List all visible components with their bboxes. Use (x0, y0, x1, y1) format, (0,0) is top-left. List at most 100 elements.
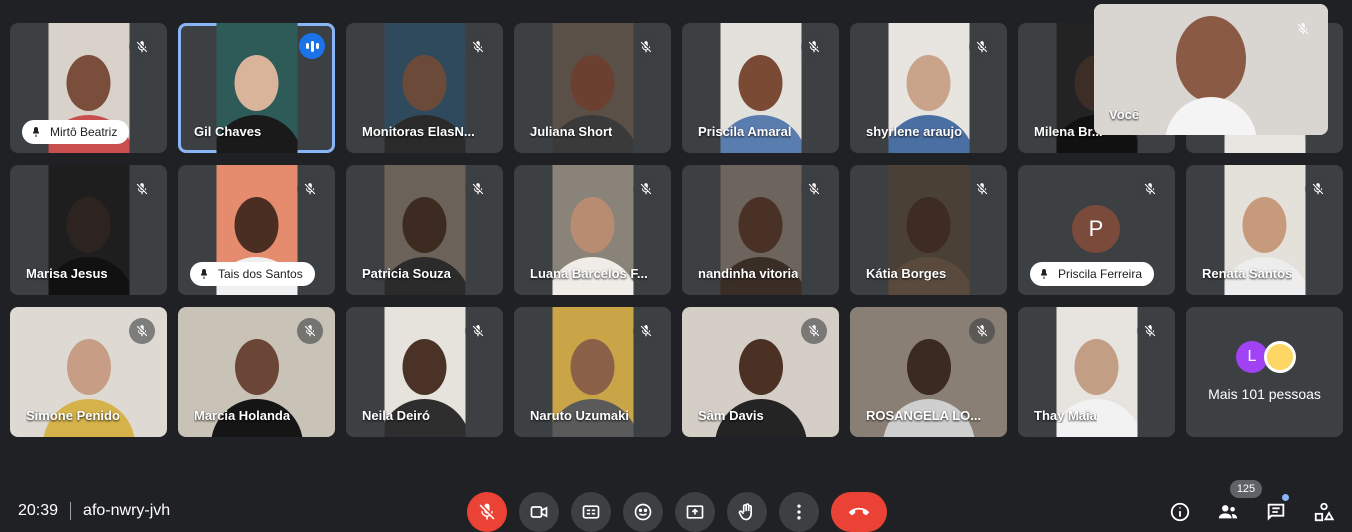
participant-tile[interactable]: ROSANGELA LO... (850, 307, 1007, 437)
bottom-bar: 20:39 afo-nwry-jvh 125 (0, 478, 1352, 532)
reactions-button[interactable] (623, 492, 663, 532)
participant-tile[interactable]: Luana Barcelos F... (514, 165, 671, 295)
speaking-indicator-icon (299, 33, 325, 59)
participant-tile[interactable]: P Priscila Ferreira (1018, 165, 1175, 295)
mic-toggle-button[interactable] (467, 492, 507, 532)
chat-notification-dot (1282, 494, 1289, 501)
participant-tile[interactable]: nandinha vitoria (682, 165, 839, 295)
camera-icon (530, 506, 548, 518)
participant-tile[interactable]: shyrlene araujo (850, 23, 1007, 153)
participant-face (402, 197, 447, 253)
participant-face (570, 339, 615, 395)
participant-face (234, 197, 279, 253)
mic-off-icon (801, 318, 827, 344)
participant-tile[interactable]: Thay Maia (1018, 307, 1175, 437)
participant-tile[interactable]: Marcia Holanda (178, 307, 335, 437)
participant-face (66, 339, 111, 395)
captions-icon (582, 505, 600, 519)
participant-face (402, 339, 447, 395)
mic-off-icon (129, 34, 155, 60)
participant-face (402, 55, 447, 111)
mic-off-icon (465, 176, 491, 202)
avatar (1264, 341, 1296, 373)
participant-name: Tais dos Santos (218, 267, 303, 281)
participant-tile[interactable]: Priscila Amaral (682, 23, 839, 153)
pin-icon (30, 126, 42, 138)
present-icon (686, 505, 704, 519)
mic-off-icon (801, 176, 827, 202)
info-icon (1170, 502, 1190, 522)
participant-name: Luana Barcelos F... (530, 266, 648, 281)
participant-face (738, 55, 783, 111)
camera-toggle-button[interactable] (519, 492, 559, 532)
people-button[interactable] (1216, 500, 1240, 524)
chat-button[interactable] (1264, 500, 1288, 524)
mic-off-icon (297, 176, 323, 202)
mic-off-icon (633, 34, 659, 60)
participant-tile[interactable]: Marisa Jesus (10, 165, 167, 295)
participant-name: Kátia Borges (866, 266, 947, 281)
participant-face (570, 197, 615, 253)
participant-tile[interactable]: Patricia Souza (346, 165, 503, 295)
participant-name: Renata Santos (1202, 266, 1293, 281)
participant-face (738, 197, 783, 253)
participant-name: Sâm Davis (698, 408, 764, 423)
participant-name: Patricia Souza (362, 266, 451, 281)
mic-off-icon (633, 318, 659, 344)
participant-name: Marcia Holanda (194, 408, 291, 423)
participant-name: Priscila Amaral (698, 124, 792, 139)
mic-off-icon (129, 318, 155, 344)
mic-off-icon (969, 318, 995, 344)
participant-name: ROSANGELA LO... (866, 408, 982, 423)
participant-name: Mirtô Beatriz (50, 125, 118, 139)
participant-name: Priscila Ferreira (1058, 267, 1143, 281)
captions-button[interactable] (571, 492, 611, 532)
participant-name: Thay Maia (1034, 408, 1097, 423)
participant-name-pill: Mirtô Beatriz (22, 120, 130, 144)
more-participants-tile[interactable]: L Mais 101 pessoas (1186, 307, 1343, 437)
participant-name: Simone Penido (26, 408, 120, 423)
people-icon (1218, 505, 1238, 519)
mic-off-icon (1137, 176, 1163, 202)
participant-face (234, 55, 279, 111)
self-mic-off-icon (1290, 16, 1316, 42)
participant-face (738, 339, 783, 395)
present-button[interactable] (675, 492, 715, 532)
end-call-icon (849, 507, 869, 516)
emoji-icon (634, 503, 652, 521)
participant-tile[interactable]: Sâm Davis (682, 307, 839, 437)
mic-off-icon (129, 176, 155, 202)
activities-button[interactable] (1312, 500, 1336, 524)
end-call-button[interactable] (831, 492, 887, 532)
mic-off-icon (465, 34, 491, 60)
participant-name-pill: Priscila Ferreira (1030, 262, 1155, 286)
participant-tile[interactable]: Renata Santos (1186, 165, 1343, 295)
self-view-tile[interactable]: Você (1094, 4, 1328, 135)
participant-tile[interactable]: Simone Penido (10, 307, 167, 437)
participant-tile[interactable]: Kátia Borges (850, 165, 1007, 295)
raise-hand-button[interactable] (727, 492, 767, 532)
participant-tile[interactable]: Neila Deiró (346, 307, 503, 437)
mic-off-icon (297, 318, 323, 344)
participant-name: Monitoras ElasN... (362, 124, 475, 139)
mic-off-icon (801, 34, 827, 60)
self-label: Você (1109, 107, 1140, 122)
participant-face (1242, 197, 1287, 253)
pin-icon (1038, 268, 1050, 280)
mic-off-icon (465, 318, 491, 344)
participant-name: Gil Chaves (194, 124, 262, 139)
mic-off-icon (969, 176, 995, 202)
participant-face (906, 55, 951, 111)
participant-tile[interactable]: Gil Chaves (178, 23, 335, 153)
participant-name: shyrlene araujo (866, 124, 963, 139)
participant-tile[interactable]: Tais dos Santos (178, 165, 335, 295)
participant-tile[interactable]: Mirtô Beatriz (10, 23, 167, 153)
meeting-details-button[interactable] (1168, 500, 1192, 524)
more-options-button[interactable] (779, 492, 819, 532)
participant-tile[interactable]: Naruto Uzumaki (514, 307, 671, 437)
participant-tile[interactable]: Monitoras ElasN... (346, 23, 503, 153)
pin-icon (198, 268, 210, 280)
participant-tile[interactable]: Juliana Short (514, 23, 671, 153)
raise-hand-icon (738, 503, 752, 521)
participant-face (570, 55, 615, 111)
